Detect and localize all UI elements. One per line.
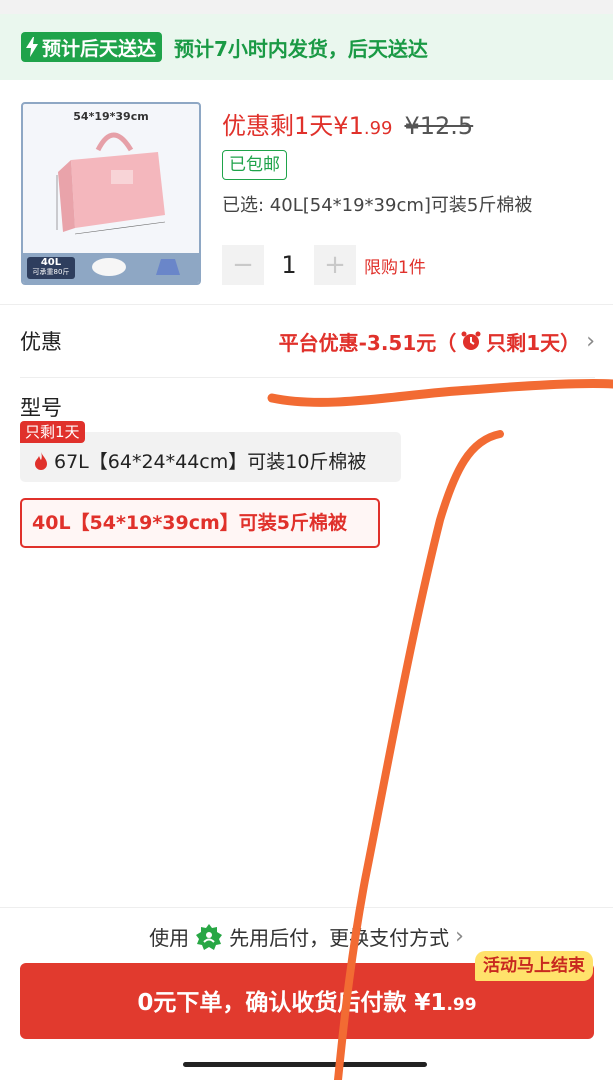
- annotation-underline-stroke: [267, 378, 613, 407]
- quantity-value: 1: [281, 251, 297, 279]
- product-thumbnail[interactable]: 54*19*39cm 40L 可承重80斤: [21, 102, 201, 285]
- thumb-capacity-sub: 可承重80斤: [32, 268, 70, 276]
- promotion-row[interactable]: 优惠 平台优惠-3.51元（ 只剩1天） ›: [20, 305, 595, 378]
- promotion-value: 平台优惠-3.51元（ 只剩1天） ›: [279, 327, 595, 356]
- bag-illustration: [56, 132, 166, 235]
- order-button-text: 0元下单，确认收货后付款 ¥1: [137, 990, 447, 1016]
- model-option-67l-label: 67L【64*24*44cm】可装10斤棉被: [34, 447, 366, 474]
- promotion-countdown-text: 只剩1天）: [486, 330, 581, 355]
- free-shipping-tag: 已包邮: [222, 150, 287, 180]
- payment-method-text: 先用后付，更换支付方式: [229, 926, 450, 950]
- fire-icon: [35, 451, 47, 470]
- increase-button[interactable]: +: [314, 245, 356, 285]
- home-indicator[interactable]: [183, 1062, 427, 1067]
- price-integer: 1: [348, 112, 364, 140]
- chevron-right-icon: ›: [586, 328, 595, 354]
- thumb-capacity-badge: 40L 可承重80斤: [27, 257, 75, 279]
- alarm-clock-icon: [461, 331, 481, 350]
- jacket-icon: [156, 259, 180, 275]
- chevron-right-icon: ›: [455, 924, 464, 949]
- lightning-icon: [26, 37, 38, 57]
- shipping-badge-text: 预计后天送达: [42, 37, 157, 60]
- pay-later-icon: [196, 923, 223, 950]
- payment-method-row[interactable]: 使用 先用后付，更换支付方式 ›: [0, 922, 613, 951]
- order-button-decimal: .99: [446, 995, 477, 1015]
- option-countdown-badge: 只剩1天: [20, 421, 85, 443]
- deal-ending-tag: 活动马上结束: [475, 951, 593, 981]
- original-price: ¥12.5: [404, 112, 474, 140]
- promotion-discount-text: 平台优惠-3.51元（: [278, 330, 457, 355]
- promotion-label: 优惠: [20, 330, 62, 354]
- product-summary: 54*19*39cm 40L 可承重80斤 优惠剩1天 ¥ 1 .99 ¥12.…: [0, 80, 613, 305]
- payment-prefix: 使用: [149, 926, 190, 950]
- shipping-text: 预计7小时内发货，后天送达: [174, 36, 428, 61]
- model-label: 型号: [20, 396, 62, 420]
- bottom-payment-bar: 使用 先用后付，更换支付方式 › 0元下单，确认收货后付款 ¥1.99 活动马上…: [0, 907, 613, 1081]
- decrease-button[interactable]: −: [222, 245, 264, 285]
- price-currency: ¥: [333, 112, 349, 140]
- shipping-banner: 预计后天送达 预计7小时内发货，后天送达: [0, 14, 613, 80]
- top-strip: [0, 0, 613, 14]
- price-row: 优惠剩1天 ¥ 1 .99 ¥12.5: [222, 106, 473, 141]
- quilt-icon: [92, 258, 126, 276]
- quantity-stepper: − 1 + 限购1件: [222, 245, 426, 285]
- selected-variant-text: 已选: 40L[54*19*39cm]可装5斤棉被: [222, 195, 533, 216]
- thumb-capacity: 40L: [40, 257, 62, 268]
- shipping-badge: 预计后天送达: [21, 32, 163, 62]
- price-promo-label: 优惠剩1天: [222, 112, 334, 140]
- purchase-limit-text: 限购1件: [364, 257, 426, 278]
- thumb-footer: 40L 可承重80斤: [23, 253, 199, 283]
- price-decimal: .99: [363, 118, 393, 139]
- model-option-67l-text: 67L【64*24*44cm】可装10斤棉被: [54, 451, 367, 473]
- model-option-40l-selected[interactable]: 40L【54*19*39cm】可装5斤棉被: [20, 498, 380, 548]
